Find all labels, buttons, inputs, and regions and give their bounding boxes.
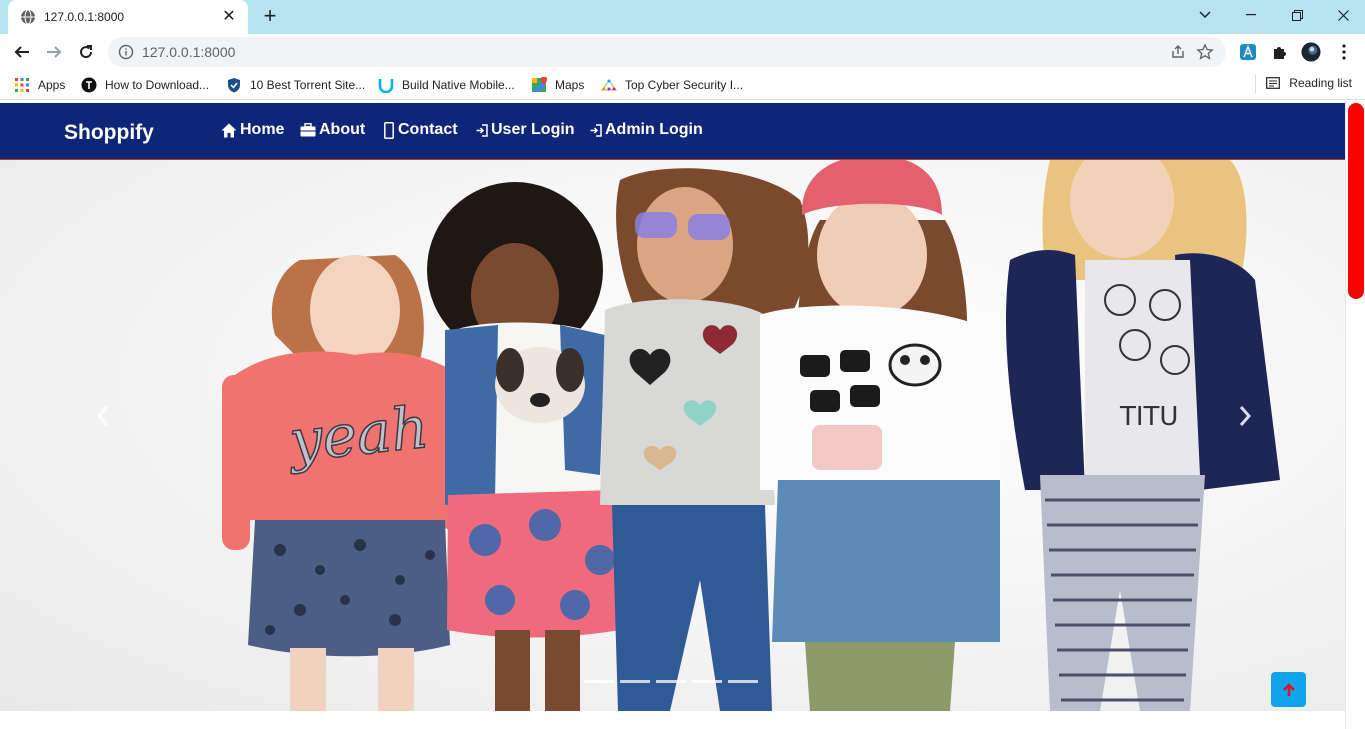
reload-icon xyxy=(80,45,93,59)
forward-arrow-icon xyxy=(47,46,62,58)
nav-admin-login[interactable]: Admin Login xyxy=(589,121,703,139)
extension-a-icon xyxy=(1240,44,1256,60)
tab-strip: 127.0.0.1:8000 ✕ + xyxy=(0,0,1365,34)
bookmark-build-native-mobile[interactable]: Build Native Mobile... xyxy=(378,76,515,94)
page-below-hero xyxy=(0,711,1345,729)
page-viewport: Shoppify Home About Contact User Login A… xyxy=(0,101,1365,729)
restore-icon xyxy=(1291,9,1303,21)
svg-text:TITU: TITU xyxy=(1119,402,1178,432)
home-icon xyxy=(221,122,237,138)
page-scrollbar[interactable] xyxy=(1345,101,1365,729)
kebab-menu-icon xyxy=(1342,44,1346,60)
info-icon[interactable] xyxy=(118,44,134,60)
nav-admin-login-label: Admin Login xyxy=(605,121,703,138)
nav-user-login[interactable]: User Login xyxy=(475,121,575,139)
kid-figure xyxy=(427,182,620,711)
forward-button[interactable] xyxy=(40,38,68,66)
minimize-icon xyxy=(1246,14,1256,16)
browser-tab[interactable]: 127.0.0.1:8000 ✕ xyxy=(8,0,248,34)
u-logo-icon xyxy=(378,77,394,93)
extension-button[interactable] xyxy=(1238,42,1258,62)
carousel-indicators xyxy=(584,680,758,683)
carousel-indicator[interactable] xyxy=(692,680,722,683)
nav-contact[interactable]: Contact xyxy=(383,121,458,139)
carousel-indicator[interactable] xyxy=(584,680,614,683)
bookmark-label: Top Cyber Security I... xyxy=(625,78,744,92)
phone-icon xyxy=(383,121,395,139)
extensions-menu-button[interactable] xyxy=(1270,42,1290,62)
briefcase-icon xyxy=(300,122,316,138)
address-url[interactable]: 127.0.0.1:8000 xyxy=(142,44,235,60)
bookmark-maps[interactable]: Maps xyxy=(531,76,584,94)
nav-about-label: About xyxy=(319,121,366,138)
minimize-button[interactable] xyxy=(1228,0,1274,30)
bookmark-label: Build Native Mobile... xyxy=(402,78,515,92)
kid-figure: yeah xyxy=(222,255,470,711)
carousel-indicator[interactable] xyxy=(728,680,758,683)
chevron-left-icon xyxy=(96,406,109,426)
bookmark-torrent-sites[interactable]: 10 Best Torrent Site... xyxy=(226,76,365,94)
login-icon xyxy=(589,122,602,138)
globe-icon xyxy=(21,9,35,25)
network-icon xyxy=(601,77,617,93)
new-tab-button[interactable]: + xyxy=(258,5,282,29)
restore-button[interactable] xyxy=(1274,0,1320,30)
close-icon xyxy=(1337,9,1349,21)
reading-list-label: Reading list xyxy=(1289,76,1352,90)
login-icon xyxy=(475,122,488,138)
bookmark-apps[interactable]: Apps xyxy=(14,76,65,94)
back-arrow-icon xyxy=(14,46,29,58)
bookmark-top-cyber-security[interactable]: Top Cyber Security I... xyxy=(601,76,743,94)
back-button[interactable] xyxy=(8,38,36,66)
tab-title: 127.0.0.1:8000 xyxy=(44,10,125,24)
nav-contact-label: Contact xyxy=(398,121,458,138)
nav-about[interactable]: About xyxy=(300,121,365,139)
browser-menu-button[interactable] xyxy=(1334,42,1354,62)
brand-logo[interactable]: Shoppify xyxy=(64,121,154,145)
bookmark-star-icon[interactable] xyxy=(1196,43,1214,61)
bookmark-how-to-download[interactable]: How to Download... xyxy=(81,76,209,94)
bookmark-label: 10 Best Torrent Site... xyxy=(250,78,366,92)
black-circle-icon xyxy=(81,77,97,93)
bookmarks-divider xyxy=(1255,74,1256,94)
chevron-down-icon xyxy=(1199,11,1211,19)
profile-button[interactable] xyxy=(1301,42,1321,62)
hero-carousel[interactable]: yeah TITU xyxy=(0,160,1345,711)
shield-icon xyxy=(226,77,242,93)
bookmark-label: Apps xyxy=(38,78,66,92)
reading-list-icon xyxy=(1266,77,1281,89)
bookmark-label: How to Download... xyxy=(105,78,210,92)
bookmarks-bar: Apps How to Download... 10 Best Torrent … xyxy=(0,70,1365,100)
nav-user-login-label: User Login xyxy=(491,121,575,138)
reload-button[interactable] xyxy=(72,38,100,66)
carousel-indicator[interactable] xyxy=(656,680,686,683)
tab-close-button[interactable]: ✕ xyxy=(220,8,238,26)
arrow-up-icon xyxy=(1282,682,1295,696)
close-window-button[interactable] xyxy=(1320,0,1365,30)
scroll-to-top-button[interactable] xyxy=(1271,672,1306,707)
avatar xyxy=(1301,42,1321,62)
apps-grid-icon xyxy=(14,77,30,93)
share-icon[interactable] xyxy=(1170,44,1186,60)
tab-search-button[interactable] xyxy=(1182,0,1228,30)
chevron-right-icon xyxy=(1239,406,1252,426)
address-bar[interactable]: 127.0.0.1:8000 xyxy=(108,37,1226,67)
maps-icon xyxy=(531,77,547,93)
kid-figure: TITU xyxy=(1005,160,1280,711)
carousel-indicator[interactable] xyxy=(620,680,650,683)
site-navbar: Shoppify Home About Contact User Login A… xyxy=(0,103,1345,160)
reading-list-button[interactable]: Reading list xyxy=(1266,76,1352,90)
browser-toolbar: 127.0.0.1:8000 xyxy=(0,34,1365,70)
carousel-prev-button[interactable] xyxy=(92,398,114,434)
nav-home[interactable]: Home xyxy=(221,121,284,139)
carousel-next-button[interactable] xyxy=(1234,398,1256,434)
nav-home-label: Home xyxy=(240,121,285,138)
scrollbar-thumb[interactable] xyxy=(1348,103,1364,299)
bookmark-label: Maps xyxy=(555,78,585,92)
kids-fashion-banner-image: yeah TITU xyxy=(222,160,1280,711)
puzzle-icon xyxy=(1274,47,1286,59)
